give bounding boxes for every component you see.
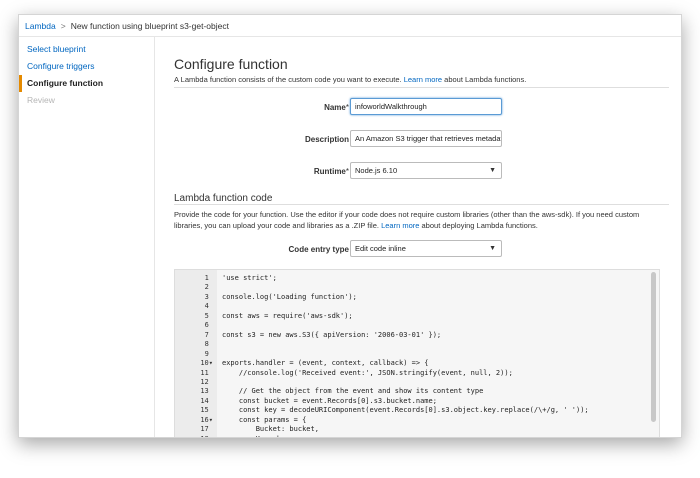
- code-line[interactable]: 18 Key: key,: [175, 435, 645, 437]
- code-line[interactable]: 12: [175, 378, 645, 387]
- code-line[interactable]: 5 const aws = require('aws-sdk');: [175, 312, 645, 321]
- lambda-console-window: Lambda > New function using blueprint s3-g…: [18, 14, 682, 438]
- wizard-steps-sidebar: Select blueprint Configure triggers Conf…: [19, 37, 155, 437]
- code-line[interactable]: 14 const bucket = event.Records[0].s3.bu…: [175, 397, 645, 406]
- breadcrumb-separator: >: [60, 21, 66, 31]
- breadcrumb-current: New function using blueprint s3-get-obje…: [70, 21, 229, 31]
- description-text: A Lambda function consists of the custom…: [174, 75, 404, 84]
- runtime-label: Runtime*: [314, 167, 349, 176]
- code-line[interactable]: 16▾ const params = {: [175, 416, 645, 425]
- code-text: const bucket = event.Records[0].s3.bucke…: [222, 396, 437, 405]
- line-number: 4: [204, 302, 213, 311]
- runtime-select[interactable]: Node.js 6.10 ▼: [350, 162, 502, 179]
- code-entry-selected-value: Edit code inline: [355, 244, 406, 253]
- code-text: Key: key,: [222, 435, 294, 437]
- line-number: 9: [204, 349, 213, 358]
- code-line[interactable]: 7 const s3 = new aws.S3({ apiVersion: '2…: [175, 331, 645, 340]
- code-line[interactable]: 15 const key = decodeURIComponent(event.…: [175, 406, 645, 415]
- caret-down-icon: ▼: [489, 245, 496, 252]
- line-number: 1: [204, 274, 213, 282]
- step-select-blueprint[interactable]: Select blueprint: [19, 41, 154, 58]
- code-text: exports.handler = (event, context, callb…: [222, 359, 429, 368]
- code-text: const aws = require('aws-sdk');: [222, 311, 353, 320]
- line-number: 18: [175, 435, 213, 437]
- line-number: 7: [204, 330, 213, 339]
- code-line[interactable]: 10▾ exports.handler = (event, context, ca…: [175, 359, 645, 368]
- code-line[interactable]: 11 //console.log('Received event:', JSON…: [175, 369, 645, 378]
- step-configure-function: Configure function: [19, 75, 154, 92]
- line-number: 11: [200, 368, 213, 377]
- code-text: Bucket: bucket,: [222, 425, 319, 434]
- description-label: Description: [304, 135, 349, 144]
- description-text-tail: about Lambda functions.: [442, 75, 527, 84]
- code-section-title: Lambda function code: [174, 193, 273, 204]
- code-line[interactable]: 8: [175, 340, 645, 349]
- line-number: 12: [200, 377, 213, 386]
- code-entry-type-select[interactable]: Edit code inline ▼: [350, 240, 502, 257]
- line-number: 16▾: [200, 415, 213, 424]
- code-entry-type-label: Code entry type: [288, 245, 349, 254]
- code-text: const key = decodeURIComponent(event.Rec…: [222, 406, 589, 415]
- line-number: 13: [200, 387, 213, 396]
- code-section-description: Provide the code for your function. Use …: [174, 209, 666, 231]
- line-number: 15: [200, 406, 213, 415]
- name-label: Name*: [324, 103, 349, 112]
- code-section-divider: [174, 204, 669, 205]
- code-text: //console.log('Received event:', JSON.st…: [222, 368, 513, 377]
- caret-down-icon: ▼: [489, 167, 496, 174]
- code-description-tail: about deploying Lambda functions.: [419, 221, 538, 230]
- learn-more-functions-link[interactable]: Learn more: [404, 75, 442, 84]
- line-number: 17: [200, 425, 213, 434]
- required-mark: *: [345, 167, 349, 176]
- code-text: // Get the object from the event and sho…: [222, 387, 484, 396]
- code-line[interactable]: 17 Bucket: bucket,: [175, 425, 645, 434]
- step-review: Review: [27, 95, 55, 105]
- configure-description: A Lambda function consists of the custom…: [174, 75, 526, 84]
- learn-more-deploying-link[interactable]: Learn more: [381, 221, 419, 230]
- line-number: 3: [204, 292, 213, 301]
- runtime-label-text: Runtime: [313, 167, 346, 176]
- required-mark: *: [345, 103, 349, 112]
- code-text: const params = {: [222, 415, 307, 424]
- editor-scrollbar-thumb[interactable]: [651, 272, 656, 422]
- code-line[interactable]: 2: [175, 283, 645, 292]
- function-description-input[interactable]: An Amazon S3 trigger that retrieves meta…: [350, 130, 502, 147]
- page-title: Configure function: [174, 56, 288, 72]
- line-number: 6: [204, 321, 213, 330]
- inline-code-editor[interactable]: 1 'use strict'; 2 3 console.log('Loading …: [174, 269, 660, 437]
- code-line[interactable]: 13 // Get the object from the event and …: [175, 387, 645, 396]
- main-content: Configure function A Lambda function con…: [174, 37, 674, 437]
- line-number: 2: [204, 283, 213, 292]
- name-label-text: Name: [324, 103, 346, 112]
- code-line[interactable]: 3 console.log('Loading function');: [175, 293, 645, 302]
- function-name-input[interactable]: infoworldWalkthrough: [350, 98, 502, 115]
- code-text: console.log('Loading function');: [222, 292, 357, 301]
- line-number: 10▾: [200, 359, 213, 368]
- step-configure-triggers[interactable]: Configure triggers: [19, 58, 154, 75]
- line-number: 8: [204, 340, 213, 349]
- breadcrumb: Lambda > New function using blueprint s3-g…: [19, 15, 681, 37]
- code-line[interactable]: 1 'use strict';: [175, 274, 645, 283]
- code-line[interactable]: 6: [175, 321, 645, 330]
- runtime-selected-value: Node.js 6.10: [355, 166, 398, 175]
- code-line[interactable]: 9: [175, 350, 645, 359]
- code-line[interactable]: 4: [175, 302, 645, 311]
- breadcrumb-lambda-link[interactable]: Lambda: [25, 21, 56, 31]
- code-text: const s3 = new aws.S3({ apiVersion: '200…: [222, 330, 442, 339]
- line-number: 5: [204, 311, 213, 320]
- section-divider: [174, 87, 669, 88]
- line-number: 14: [200, 396, 213, 405]
- code-text: 'use strict';: [222, 274, 277, 282]
